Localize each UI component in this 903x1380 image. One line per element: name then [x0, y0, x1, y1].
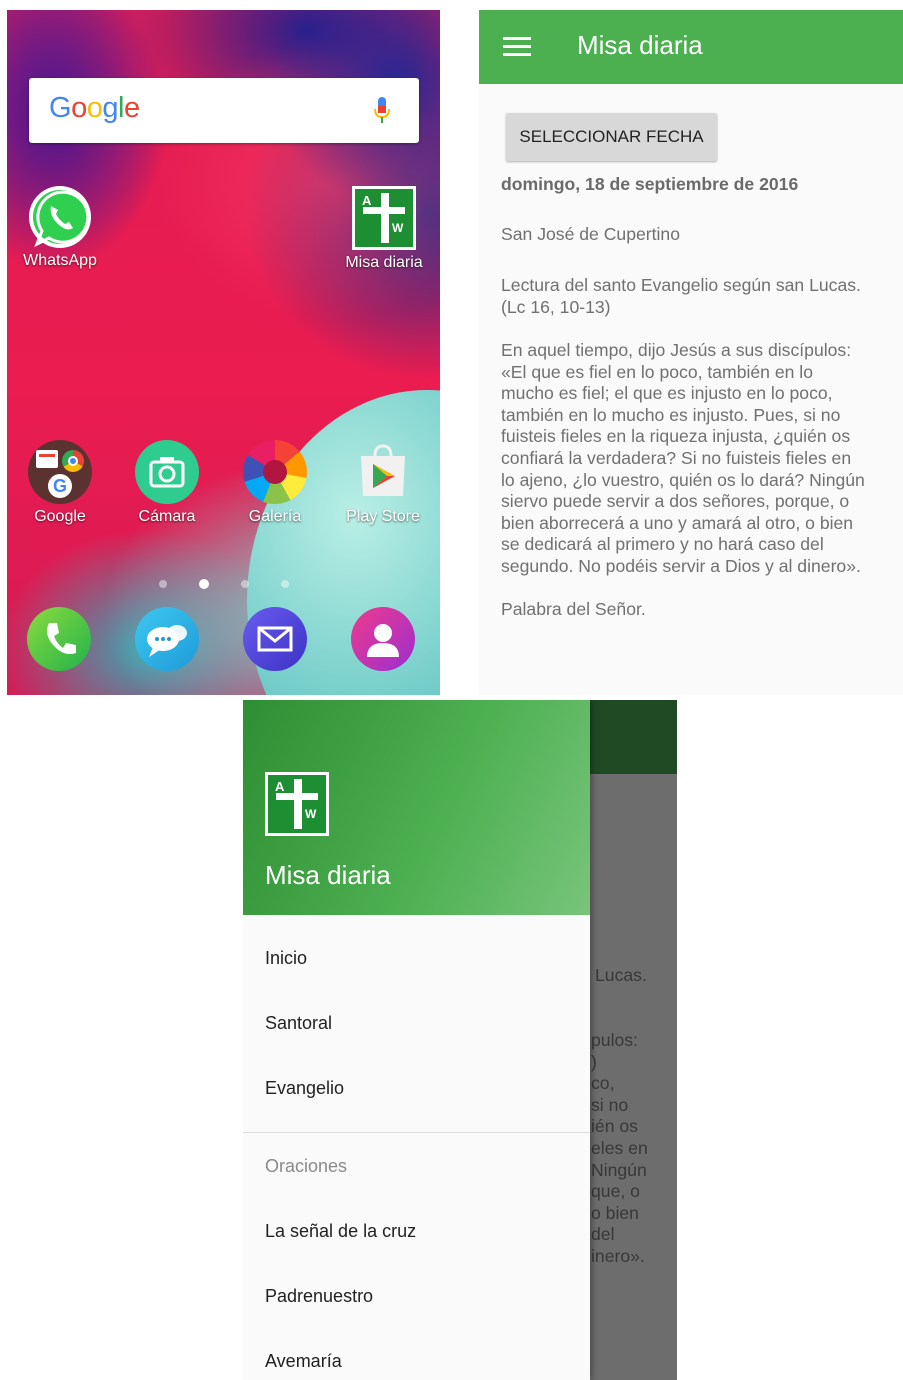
camera-icon [135, 440, 199, 504]
menu-divider [243, 1132, 590, 1133]
app-label: WhatsApp [23, 252, 97, 269]
google-search-bar[interactable]: Google [29, 78, 419, 143]
page-dot[interactable] [241, 580, 249, 588]
reading-date: domingo, 18 de septiembre de 2016 [501, 174, 799, 194]
gospel-line: En aquel tiempo, dijo Jesús a sus discíp… [501, 340, 852, 360]
menu-section-oraciones: Oraciones [265, 1156, 348, 1176]
page-indicator [157, 579, 297, 590]
dock-email[interactable] [220, 607, 330, 671]
app-google-folder[interactable]: G Google [7, 440, 115, 526]
gospel-line: mucho es fiel; el que es injusto en lo p… [501, 383, 833, 404]
dock-messages[interactable] [112, 607, 222, 671]
mic-icon[interactable] [373, 97, 391, 125]
app-label: Galería [248, 508, 302, 525]
misa-diaria-logo-icon: A W [265, 772, 329, 836]
svg-text:A: A [275, 779, 285, 794]
home-screen: Google WhatsApp A W Misa diaria G Google… [7, 10, 440, 695]
page-dot-active[interactable] [199, 579, 209, 589]
dimmed-content-fragment: pulos: ) co, si no ién os eles en Ningún… [591, 1030, 648, 1266]
navigation-drawer-screen: Lucas. pulos: ) co, si no ién os eles en… [243, 700, 677, 1380]
drawer-header: A W Misa diaria [243, 700, 590, 915]
menu-item-santoral[interactable]: Santoral [265, 1013, 332, 1034]
page-dot[interactable] [159, 580, 167, 588]
closing-acclamation: Palabra del Señor. [501, 599, 646, 619]
gallery-icon [243, 440, 307, 504]
misa-diaria-icon: A W [352, 186, 416, 250]
reading-title: Lectura del santo Evangelio según san Lu… [501, 275, 893, 318]
navigation-drawer: A W Misa diaria Inicio Santoral Evangeli… [243, 700, 590, 1380]
gospel-line: fuisteis fieles en la riqueza injusta, ¿… [501, 426, 851, 447]
gospel-line: confiará la verdadera? Si no fuisteis fi… [501, 447, 852, 468]
page-dot[interactable] [281, 580, 289, 588]
svg-text:W: W [392, 221, 404, 235]
messages-icon [135, 607, 199, 671]
gospel-line: también en lo mucho es injusto. Pues, si… [501, 404, 841, 425]
app-misa-diaria[interactable]: A W Misa diaria [329, 186, 439, 272]
contacts-icon [351, 607, 415, 671]
dock-phone[interactable] [7, 607, 114, 671]
app-label: Cámara [138, 508, 196, 525]
select-date-button[interactable]: SELECCIONAR FECHA [506, 113, 717, 161]
gospel-text: En aquel tiempo, dijo Jesús a sus discíp… [501, 340, 893, 578]
saint-of-day: San José de Cupertino [501, 224, 680, 244]
gospel-line: bien aborrecerá a uno y amará al otro, o… [501, 512, 854, 533]
gospel-line: «El que es fiel en lo poco, también en l… [501, 361, 814, 382]
svg-text:W: W [305, 807, 317, 821]
menu-item-avemaria[interactable]: Avemaría [265, 1351, 342, 1372]
app-camera[interactable]: Cámara [112, 440, 222, 526]
svg-text:A: A [362, 193, 372, 208]
app-label: Play Store [346, 508, 420, 525]
reading-title-line: (Lc 16, 10-13) [501, 296, 611, 317]
gospel-line: segundo. No podéis servir a Dios y al di… [501, 555, 861, 576]
google-folder-icon: G [28, 440, 92, 504]
app-toolbar: Misa diaria [479, 10, 903, 84]
gospel-line: se dedicará al primero y no hará caso de… [501, 534, 824, 555]
play-store-icon [351, 440, 415, 504]
menu-item-evangelio[interactable]: Evangelio [265, 1078, 344, 1099]
menu-item-senal-de-la-cruz[interactable]: La señal de la cruz [265, 1221, 416, 1242]
app-gallery[interactable]: Galería [220, 440, 330, 526]
app-label: Google [34, 508, 86, 525]
drawer-title: Misa diaria [265, 860, 391, 890]
dimmed-content-fragment: Lucas. [595, 965, 647, 985]
google-logo: Google [49, 92, 140, 124]
misa-diaria-main-screen: Misa diaria SELECCIONAR FECHA domingo, 1… [479, 10, 903, 695]
whatsapp-icon [29, 186, 91, 248]
app-play-store[interactable]: Play Store [328, 440, 438, 526]
hamburger-menu-icon[interactable] [503, 37, 531, 57]
reading-title-line: Lectura del santo Evangelio según san Lu… [501, 275, 861, 295]
dock-contacts[interactable] [328, 607, 438, 671]
app-whatsapp[interactable]: WhatsApp [7, 186, 115, 270]
menu-item-padrenuestro[interactable]: Padrenuestro [265, 1286, 373, 1307]
menu-item-inicio[interactable]: Inicio [265, 948, 307, 969]
toolbar-title: Misa diaria [577, 30, 703, 60]
gospel-line: lo ajeno, ¿lo vuestro, quién os lo dará?… [501, 469, 865, 490]
phone-icon [27, 607, 91, 671]
gospel-line: siervo puede servir a dos señores, porqu… [501, 491, 850, 512]
email-icon [243, 607, 307, 671]
app-label: Misa diaria [345, 254, 423, 271]
